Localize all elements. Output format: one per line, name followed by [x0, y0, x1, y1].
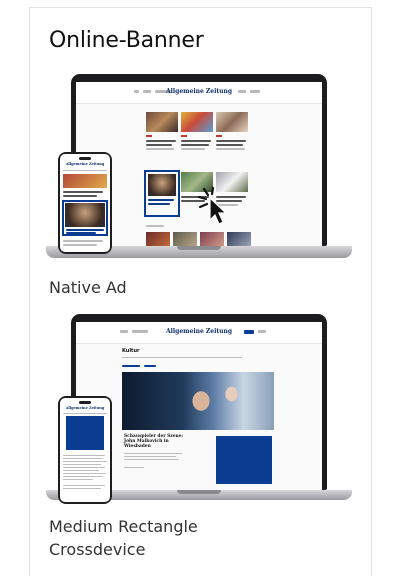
caption-line-2: Crossdevice [49, 540, 146, 559]
card-title: Online-Banner [49, 28, 204, 53]
native-ad-caption: Native Ad [49, 278, 127, 297]
medium-rectangle-caption: Medium Rectangle Crossdevice [49, 515, 198, 561]
site-header-2: Allgemeine Zeitung [76, 322, 322, 344]
phone-native-ad-highlight [62, 200, 108, 236]
section-title: Kultur [122, 348, 140, 354]
medium-rectangle-ad [216, 436, 272, 484]
caption-line-1: Medium Rectangle [49, 517, 198, 536]
phone-mockup-2: Allgemeine Zeitung [58, 396, 112, 504]
site-header: Allgemeine Zeitung [76, 82, 322, 104]
laptop-screen: Allgemeine Zeitung [76, 82, 322, 246]
medium-rectangle-laptop-mockup: Allgemeine Zeitung Kultur Schauspieler d… [46, 314, 352, 510]
site-logo: Allgemeine Zeitung [165, 88, 233, 95]
phone-mockup: Allgemeine Zeitung [58, 152, 112, 254]
phone-site-logo: Allgemeine Zeitung [65, 162, 105, 166]
hero-image [122, 372, 274, 430]
product-card: Online-Banner Allgemeine Zeitung Allgeme… [29, 7, 372, 576]
pointer-click-icon [197, 186, 228, 225]
native-ad-highlight [144, 170, 180, 217]
native-ad-laptop-mockup: Allgemeine Zeitung Allgemeine Zeitung [46, 74, 352, 270]
hero-headline: Schauspieler der Szene: John Malkovich i… [124, 434, 184, 450]
site-logo-2: Allgemeine Zeitung [165, 328, 233, 335]
phone-medium-rectangle-ad [66, 416, 104, 450]
phone-site-logo-2: Allgemeine Zeitung [65, 406, 105, 410]
laptop-screen-2: Allgemeine Zeitung Kultur Schauspieler d… [76, 322, 322, 490]
